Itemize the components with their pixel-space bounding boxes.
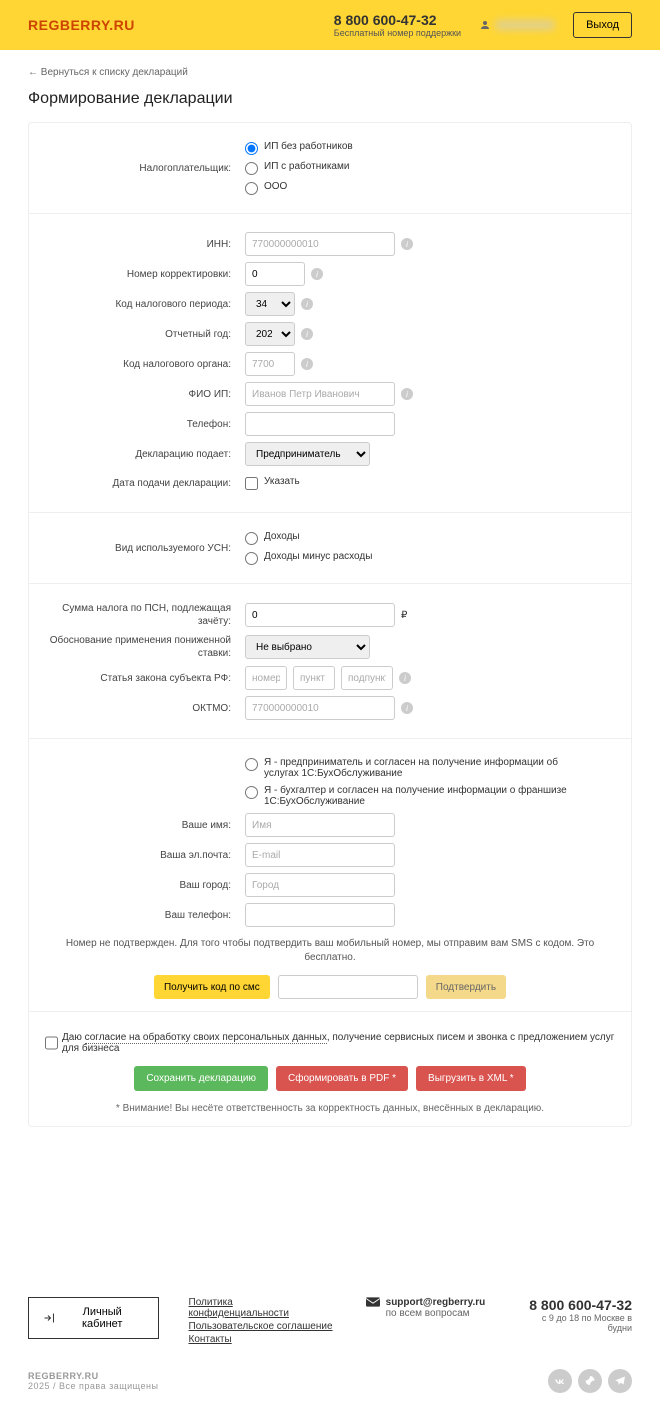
agree-accountant[interactable]: Я - бухгалтер и согласен на получение ин… — [245, 785, 595, 807]
corr-label: Номер корректировки: — [45, 268, 245, 281]
period-select[interactable]: 34 — [245, 292, 295, 316]
zen-icon[interactable] — [578, 1369, 602, 1393]
contacts-link[interactable]: Контакты — [189, 1334, 336, 1345]
terms-link[interactable]: Пользовательское соглашение — [189, 1321, 336, 1332]
privacy-link[interactable]: Политика конфиденциальности — [189, 1297, 336, 1319]
info-icon[interactable]: i — [301, 328, 313, 340]
user-icon — [479, 19, 491, 31]
taxpayer-opt3[interactable]: ООО — [245, 181, 353, 195]
psn-input[interactable] — [245, 603, 395, 627]
confirm-button[interactable]: Подтвердить — [426, 975, 506, 999]
submitter-select[interactable]: Предприниматель — [245, 442, 370, 466]
cabinet-button[interactable]: Личный кабинет — [28, 1297, 159, 1339]
info-icon[interactable]: i — [311, 268, 323, 280]
submitter-label: Декларацию подает: — [45, 448, 245, 461]
info-icon[interactable]: i — [301, 298, 313, 310]
oktmo-input[interactable] — [245, 696, 395, 720]
support-sub: Бесплатный номер поддержки — [334, 28, 461, 38]
phone-input[interactable] — [245, 412, 395, 436]
inn-label: ИНН: — [45, 238, 245, 251]
corr-input[interactable] — [245, 262, 305, 286]
form-box: Налогоплательщик: ИП без работников ИП с… — [28, 122, 632, 1127]
organ-input[interactable] — [245, 352, 295, 376]
ruble-icon: ₽ — [401, 610, 407, 621]
footer: Личный кабинет Политика конфиденциальнос… — [0, 1277, 660, 1423]
inn-input[interactable] — [245, 232, 395, 256]
vk-icon[interactable] — [548, 1369, 572, 1393]
pdf-button[interactable]: Сформировать в PDF * — [276, 1066, 408, 1091]
usn-label: Вид используемого УСН: — [45, 542, 245, 555]
usn-opt2[interactable]: Доходы минус расходы — [245, 551, 372, 565]
phone-label: Телефон: — [45, 418, 245, 431]
organ-label: Код налогового органа: — [45, 358, 245, 371]
agree-entrepreneur[interactable]: Я - предприниматель и согласен на получе… — [245, 757, 595, 779]
back-link[interactable]: ← Вернуться к списку деклараций — [28, 67, 188, 78]
footer-email: support@regberry.ru по всем вопросам — [366, 1297, 486, 1319]
name-label: Ваше имя: — [45, 819, 245, 832]
oktmo-label: ОКТМО: — [45, 702, 245, 715]
name-input[interactable] — [245, 813, 395, 837]
support: 8 800 600-47-32 Бесплатный номер поддерж… — [334, 12, 461, 38]
sms-hint: Номер не подтвержден. Для того чтобы под… — [45, 937, 615, 965]
taxpayer-opt1[interactable]: ИП без работников — [245, 141, 353, 155]
article-label: Статья закона субъекта РФ: — [45, 672, 245, 685]
year-select[interactable]: 2024 — [245, 322, 295, 346]
footer-phone: 8 800 600-47-32 с 9 до 18 по Москве в бу… — [515, 1297, 632, 1333]
info-icon[interactable]: i — [401, 702, 413, 714]
date-label: Дата подачи декларации: — [45, 477, 245, 490]
email-input[interactable] — [245, 843, 395, 867]
user-name-blur — [495, 20, 555, 30]
basis-label: Обоснование применения пониженной ставки… — [45, 634, 245, 660]
city-label: Ваш город: — [45, 879, 245, 892]
logout-button[interactable]: Выход — [573, 12, 632, 38]
page-title: Формирование декларации — [28, 90, 632, 108]
header: REGBERRY.RU 8 800 600-47-32 Бесплатный н… — [0, 0, 660, 50]
socials — [548, 1369, 632, 1393]
email-label: Ваша эл.почта: — [45, 849, 245, 862]
copyright: REGBERRY.RU 2025 / Все права защищены — [28, 1371, 158, 1391]
consent-link[interactable]: согласие на обработку своих персональных… — [85, 1032, 327, 1044]
article-num[interactable] — [245, 666, 287, 690]
article-point[interactable] — [293, 666, 335, 690]
info-icon[interactable]: i — [401, 388, 413, 400]
yourphone-label: Ваш телефон: — [45, 909, 245, 922]
article-sub[interactable] — [341, 666, 393, 690]
psn-label: Сумма налога по ПСН, подлежащая зачёту: — [45, 602, 245, 628]
period-label: Код налогового периода: — [45, 298, 245, 311]
login-icon — [43, 1312, 55, 1324]
code-input[interactable] — [278, 975, 418, 999]
support-phone: 8 800 600-47-32 — [334, 12, 461, 28]
taxpayer-label: Налогоплательщик: — [45, 162, 245, 175]
save-button[interactable]: Сохранить декларацию — [134, 1066, 268, 1091]
basis-select[interactable]: Не выбрано — [245, 635, 370, 659]
footer-links: Политика конфиденциальности Пользователь… — [189, 1297, 336, 1345]
info-icon[interactable]: i — [301, 358, 313, 370]
xml-button[interactable]: Выгрузить в XML * — [416, 1066, 526, 1091]
fio-label: ФИО ИП: — [45, 388, 245, 401]
fio-input[interactable] — [245, 382, 395, 406]
get-code-button[interactable]: Получить код по смс — [154, 975, 270, 999]
telegram-icon[interactable] — [608, 1369, 632, 1393]
yourphone-input[interactable] — [245, 903, 395, 927]
date-specify-check[interactable]: Указать — [245, 476, 300, 490]
disclaimer: * Внимание! Вы несёте ответственность за… — [45, 1103, 615, 1114]
consent-checkbox[interactable] — [45, 1032, 58, 1054]
mail-icon — [366, 1297, 380, 1307]
usn-opt1[interactable]: Доходы — [245, 531, 372, 545]
info-icon[interactable]: i — [399, 672, 411, 684]
user-block[interactable] — [479, 19, 555, 31]
info-icon[interactable]: i — [401, 238, 413, 250]
taxpayer-opt2[interactable]: ИП с работниками — [245, 161, 353, 175]
year-label: Отчетный год: — [45, 328, 245, 341]
city-input[interactable] — [245, 873, 395, 897]
logo[interactable]: REGBERRY.RU — [28, 17, 135, 33]
